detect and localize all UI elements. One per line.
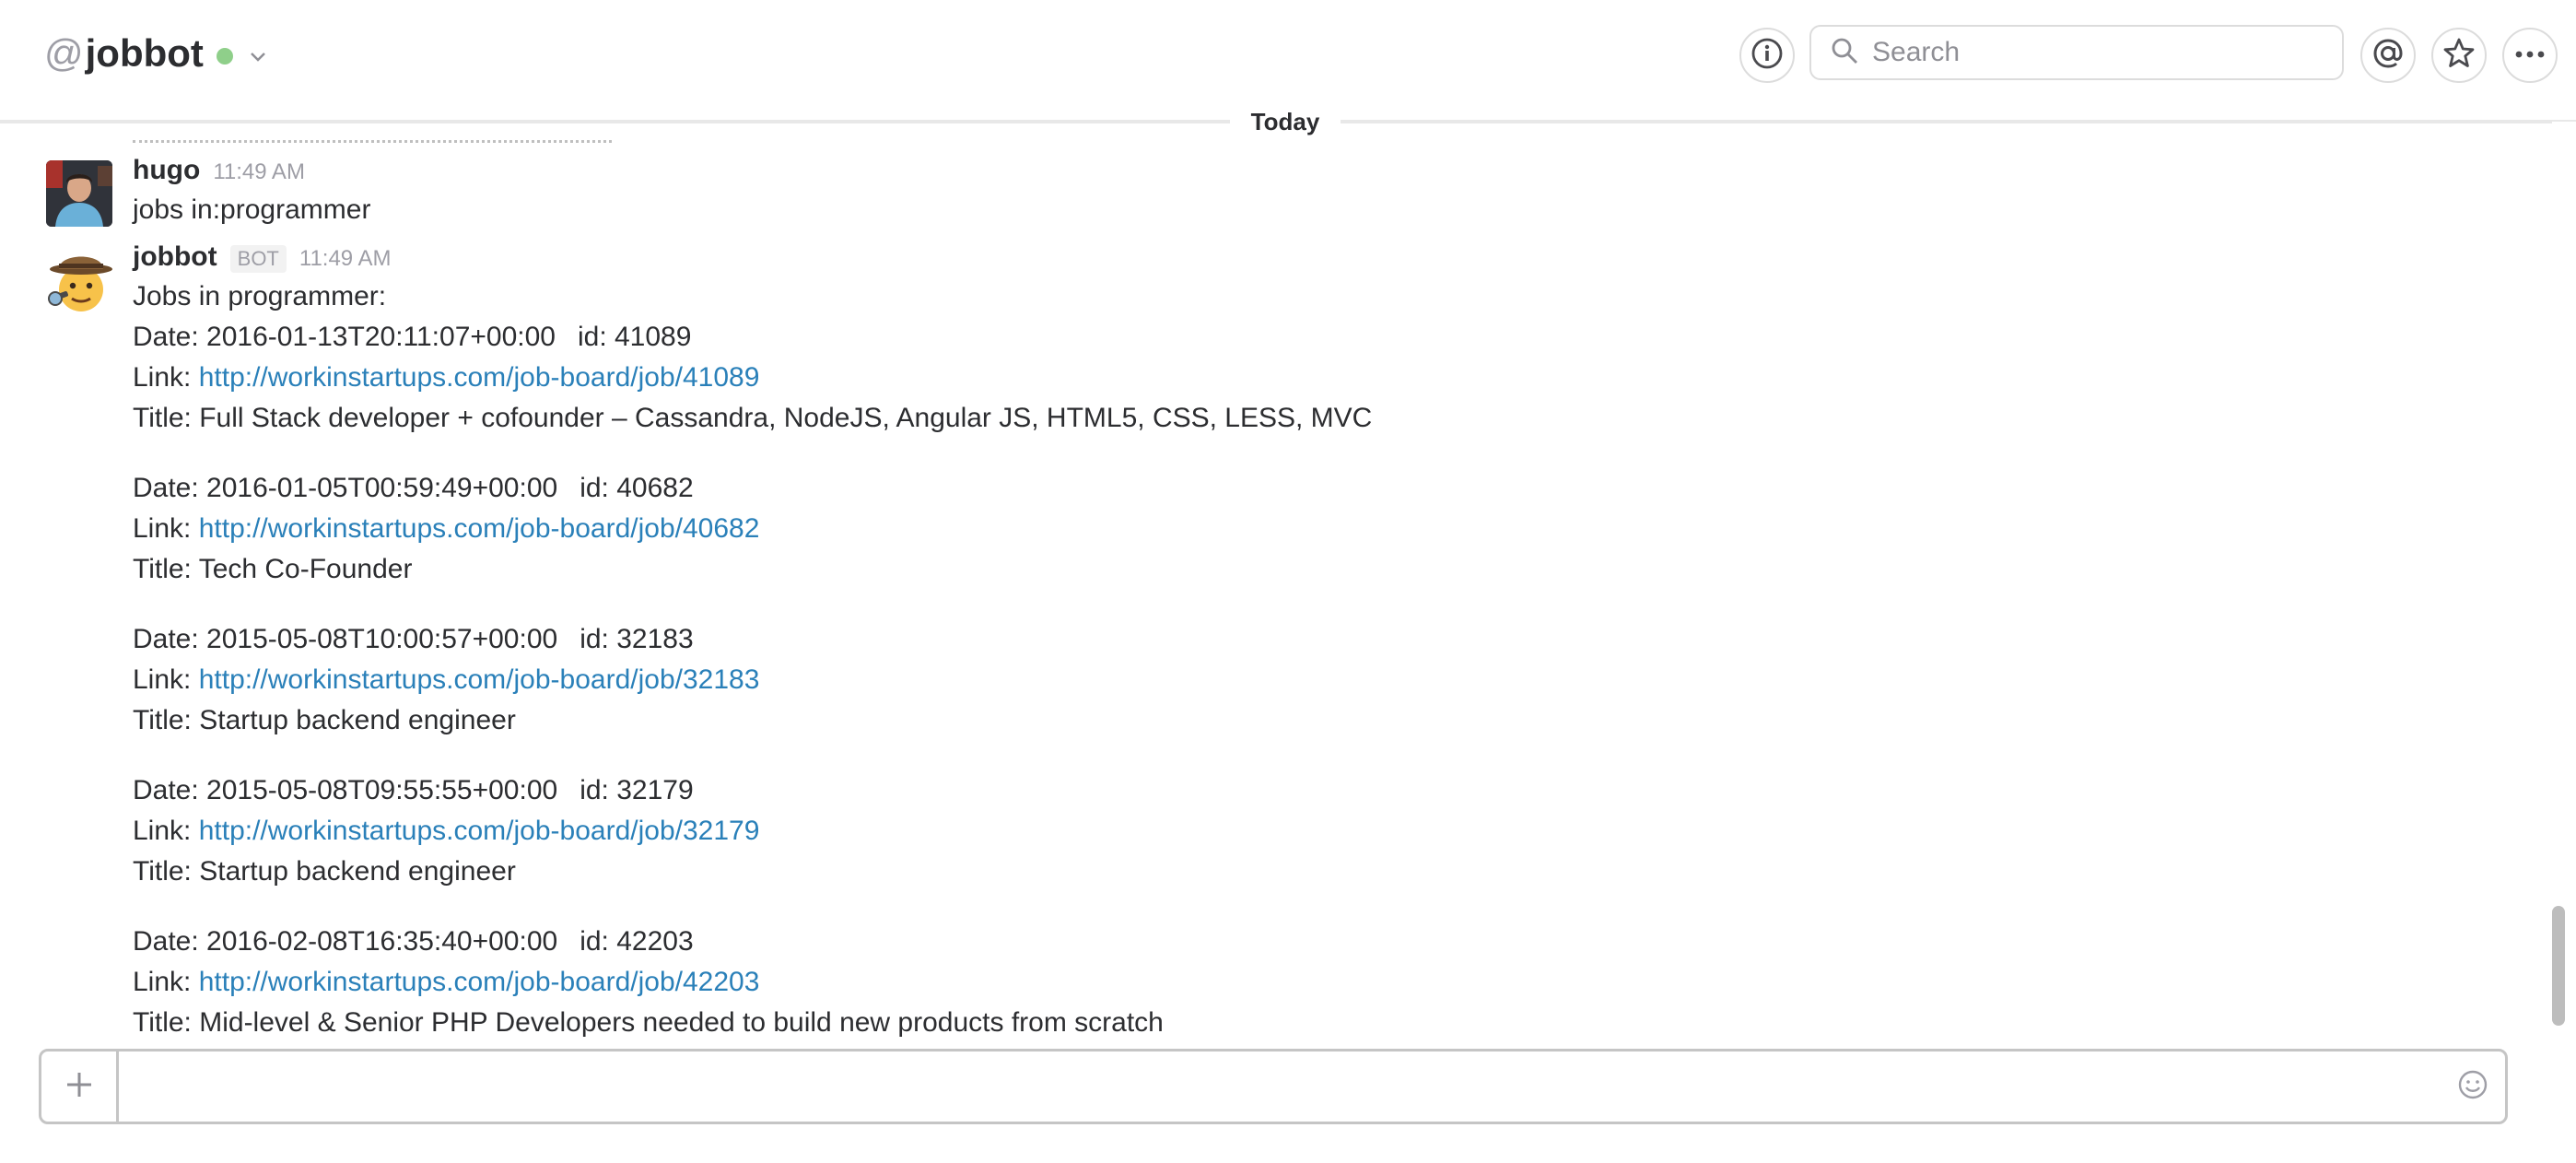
message-meta: jobbot BOT 11:49 AM xyxy=(133,241,2436,276)
avatar[interactable] xyxy=(46,247,116,317)
job-date-line: Date: 2016-01-13T20:11:07+00:00 id: 41089 xyxy=(133,317,2436,358)
job-link-label: Link: xyxy=(133,967,199,997)
attach-button[interactable] xyxy=(41,1051,119,1122)
job-list: Date: 2016-01-13T20:11:07+00:00 id: 41089… xyxy=(133,317,2436,1043)
more-button[interactable] xyxy=(2502,28,2558,83)
star-icon xyxy=(2441,36,2476,76)
message-composer xyxy=(39,1049,2508,1124)
job-link-line: Link: http://workinstartups.com/job-boar… xyxy=(133,509,2436,549)
job-date: Date: 2015-05-08T09:55:55+00:00 xyxy=(133,775,558,805)
smiley-icon xyxy=(2456,1068,2489,1106)
job-link-line: Link: http://workinstartups.com/job-boar… xyxy=(133,962,2436,1003)
job-link-label: Link: xyxy=(133,816,199,846)
message-body: hugo 11:49 AM jobs in:programmer xyxy=(133,155,2436,230)
job-date-line: Date: 2016-01-05T00:59:49+00:00 id: 40682 xyxy=(133,468,2436,509)
more-dots-icon xyxy=(2513,47,2547,64)
sender-name[interactable]: jobbot xyxy=(133,241,217,273)
job-title: Title: Mid-level & Senior PHP Developers… xyxy=(133,1007,1164,1038)
job-entry: Date: 2016-02-08T16:35:40+00:00 id: 42203… xyxy=(133,922,2436,1043)
message-input[interactable] xyxy=(119,1051,2441,1122)
mentions-button[interactable] xyxy=(2360,28,2416,83)
job-id: id: 32183 xyxy=(580,624,694,654)
bot-badge: BOT xyxy=(229,245,287,273)
message-meta: hugo 11:49 AM xyxy=(133,155,2436,190)
job-id: id: 32179 xyxy=(580,775,694,805)
job-date: Date: 2016-01-13T20:11:07+00:00 xyxy=(133,322,556,352)
avatar[interactable] xyxy=(46,160,112,227)
chevron-down-icon[interactable] xyxy=(248,47,268,67)
job-title: Title: Startup backend engineer xyxy=(133,705,516,735)
timestamp[interactable]: 11:49 AM xyxy=(299,246,392,272)
scrollbar-thumb[interactable] xyxy=(2552,906,2565,1026)
search-input[interactable] xyxy=(1872,37,2314,68)
day-divider-label: Today xyxy=(1230,103,1341,140)
message-text: jobs in:programmer xyxy=(133,194,371,225)
job-link[interactable]: http://workinstartups.com/job-board/job/… xyxy=(199,816,760,846)
sender-name[interactable]: hugo xyxy=(133,155,200,186)
job-date: Date: 2015-05-08T10:00:57+00:00 xyxy=(133,624,558,654)
job-link[interactable]: http://workinstartups.com/job-board/job/… xyxy=(199,513,760,544)
job-entry: Date: 2015-05-08T10:00:57+00:00 id: 32183… xyxy=(133,619,2436,741)
job-entry: Date: 2016-01-05T00:59:49+00:00 id: 40682… xyxy=(133,468,2436,590)
job-link-label: Link: xyxy=(133,362,199,393)
job-link-label: Link: xyxy=(133,513,199,544)
app-window: @ jobbot Search Today hugo 11:49 AM jobs… xyxy=(0,0,2576,1163)
channel-prefix: @ xyxy=(44,31,84,75)
job-date-line: Date: 2015-05-08T10:00:57+00:00 id: 32183 xyxy=(133,619,2436,660)
job-id: id: 40682 xyxy=(580,473,694,503)
job-link-line: Link: http://workinstartups.com/job-boar… xyxy=(133,358,2436,398)
info-icon xyxy=(1751,37,1784,75)
search-icon xyxy=(1830,36,1859,70)
info-button[interactable] xyxy=(1739,28,1795,83)
emoji-button[interactable] xyxy=(2441,1051,2505,1122)
starred-button[interactable] xyxy=(2431,28,2487,83)
plus-icon xyxy=(64,1070,94,1104)
job-id: id: 42203 xyxy=(580,926,694,957)
job-entry: Date: 2015-05-08T09:55:55+00:00 id: 32179… xyxy=(133,770,2436,892)
job-link-label: Link: xyxy=(133,664,199,695)
timestamp[interactable]: 11:49 AM xyxy=(213,159,305,185)
job-link-line: Link: http://workinstartups.com/job-boar… xyxy=(133,811,2436,852)
message-intro: Jobs in programmer: xyxy=(133,281,387,311)
search-box[interactable] xyxy=(1809,25,2344,80)
job-date-line: Date: 2016-02-08T16:35:40+00:00 id: 42203 xyxy=(133,922,2436,962)
job-link[interactable]: http://workinstartups.com/job-board/job/… xyxy=(199,967,760,997)
channel-name: jobbot xyxy=(85,31,204,75)
clipped-previous-message xyxy=(133,138,612,147)
job-title: Title: Full Stack developer + cofounder … xyxy=(133,403,1373,433)
job-date: Date: 2016-02-08T16:35:40+00:00 xyxy=(133,926,558,957)
scrollbar[interactable] xyxy=(2552,109,2565,1040)
channel-title[interactable]: @ jobbot xyxy=(44,26,268,81)
job-link[interactable]: http://workinstartups.com/job-board/job/… xyxy=(199,362,760,393)
job-title: Title: Startup backend engineer xyxy=(133,856,516,887)
presence-indicator xyxy=(216,48,233,65)
job-date: Date: 2016-01-05T00:59:49+00:00 xyxy=(133,473,558,503)
job-link-line: Link: http://workinstartups.com/job-boar… xyxy=(133,660,2436,700)
message-list[interactable]: hugo 11:49 AM jobs in:programmer jobbot … xyxy=(0,138,2552,1046)
message-body: jobbot BOT 11:49 AM Jobs in programmer: … xyxy=(133,241,2436,1043)
job-date-line: Date: 2015-05-08T09:55:55+00:00 id: 32179 xyxy=(133,770,2436,811)
at-icon xyxy=(2371,36,2406,76)
job-link[interactable]: http://workinstartups.com/job-board/job/… xyxy=(199,664,760,695)
job-title: Title: Tech Co-Founder xyxy=(133,554,413,584)
job-id: id: 41089 xyxy=(577,322,692,352)
job-entry: Date: 2016-01-13T20:11:07+00:00 id: 41089… xyxy=(133,317,2436,439)
